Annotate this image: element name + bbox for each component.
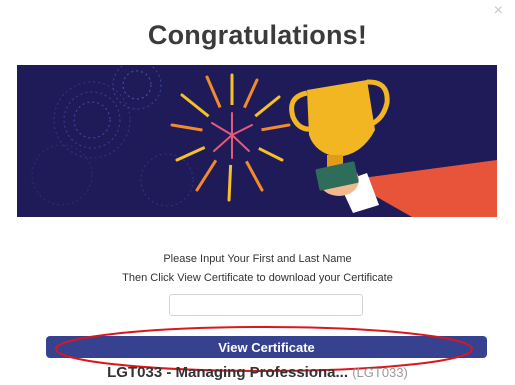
name-input[interactable]	[169, 294, 363, 316]
course-title: LGT033 - Managing Professiona... (LGT033…	[0, 364, 515, 381]
instructions: Please Input Your First and Last Name Th…	[0, 250, 515, 288]
certificate-modal: × Congratulations! Please Input Your Fir…	[0, 0, 515, 385]
firework-burst-left	[31, 65, 194, 207]
trophy-icon	[289, 79, 390, 191]
fireworks-trophy-banner	[17, 65, 497, 217]
course-code: (LGT033)	[352, 365, 408, 380]
modal-title: Congratulations!	[147, 20, 368, 50]
fireworks-trophy-illustration	[31, 65, 497, 217]
view-certificate-button[interactable]: View Certificate	[46, 336, 487, 358]
close-icon[interactable]: ×	[494, 2, 503, 20]
instructions-line-1: Please Input Your First and Last Name	[163, 253, 352, 265]
instructions-line-2: Then Click View Certificate to download …	[122, 272, 393, 284]
course-name: LGT033 - Managing Professiona...	[107, 364, 349, 381]
